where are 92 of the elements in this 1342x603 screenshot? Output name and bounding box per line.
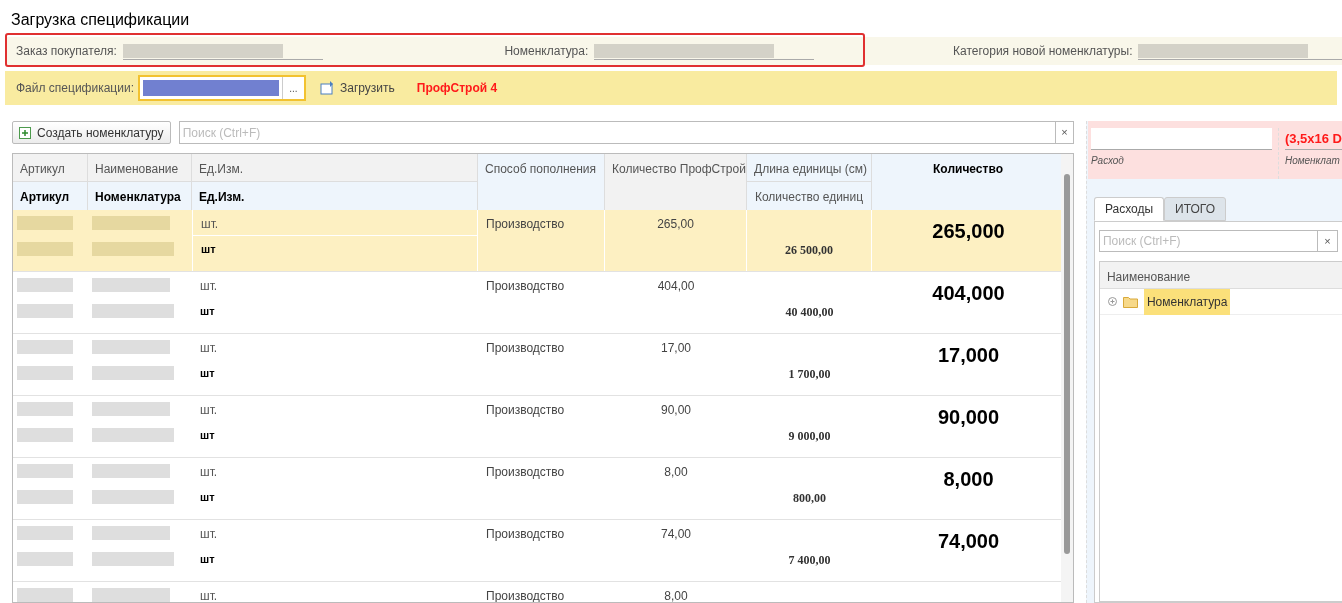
scroll-thumb[interactable] [1063, 174, 1070, 554]
table-cell-text: шт [199, 552, 216, 567]
select-button[interactable]: ... [281, 77, 304, 99]
table-cell-text: Производство [485, 526, 566, 543]
table-cell-text: шт. [199, 526, 219, 543]
table-cell-text: 404,00 [657, 278, 695, 295]
redacted-text [17, 216, 73, 230]
search-field[interactable]: Поиск (Ctrl+F) × [1098, 230, 1338, 252]
upload-icon [319, 81, 334, 95]
column-header[interactable]: Количество единиц [747, 182, 871, 210]
field-caption: Номенклат [1284, 154, 1341, 168]
redacted-text [17, 340, 73, 354]
redacted-text [17, 464, 73, 478]
field-label: Заказ покупателя: [16, 43, 117, 60]
folder-icon [1122, 295, 1138, 308]
table-cell-text: шт [199, 366, 216, 381]
table-cell-text: шт [199, 490, 216, 505]
redacted-text [17, 366, 73, 380]
column-header[interactable]: Длина единицы (см) [747, 154, 871, 182]
status-text: ПрофСтрой 4 [416, 80, 498, 97]
column-header[interactable]: Наименование [1099, 262, 1342, 289]
table-cell-text: Производство [485, 278, 566, 295]
expand-icon[interactable] [1107, 297, 1117, 306]
redacted-text [17, 242, 73, 256]
table-cell-text: Производство [485, 464, 566, 481]
redacted-text [17, 402, 73, 416]
table-cell-text: 74,000 [937, 529, 1000, 554]
window-title: Загрузка спецификации [10, 10, 191, 30]
table-cell: шт. [193, 210, 477, 236]
table-cell-text: 265,00 [657, 216, 694, 233]
column-header[interactable]: Способ пополнения [478, 154, 604, 210]
table-cell-text: шт. [199, 402, 219, 419]
table-cell-text: 40 400,00 [785, 304, 834, 321]
input-field[interactable] [122, 42, 323, 60]
table-cell-text: Производство [485, 588, 566, 602]
table-cell: Производство [478, 210, 605, 271]
table-cell-text: 90,00 [661, 402, 691, 419]
search-field[interactable]: Поиск (Ctrl+F) × [178, 121, 1074, 144]
table-cell-text: шт [199, 304, 216, 319]
table-cell-text: шт. [199, 588, 219, 602]
table-cell-text: шт. [199, 340, 219, 357]
column-header[interactable]: Наименование [88, 154, 191, 182]
tab[interactable]: ИТОГО [1164, 197, 1226, 221]
table-cell-text: шт. [199, 464, 219, 481]
redacted-text [17, 588, 73, 602]
redacted-text [17, 490, 73, 504]
input-field[interactable] [1138, 42, 1342, 60]
table-cell-text: 17,000 [937, 343, 1000, 368]
table-cell-text: шт. [199, 278, 219, 295]
redacted-text [17, 552, 73, 566]
field-caption: Расход [1090, 154, 1125, 168]
table-cell-text: 8,00 [664, 588, 688, 602]
clear-button[interactable]: × [1317, 231, 1337, 251]
redacted-text [17, 526, 73, 540]
create-button[interactable]: Создать номенклатуру [12, 121, 171, 144]
field-label: Файл спецификации: [15, 80, 135, 97]
tab[interactable]: Расходы [1093, 197, 1165, 221]
column-header[interactable]: Количество [872, 154, 1064, 210]
table-cell-text: 26 500,00 [785, 242, 833, 259]
table-cell-text: 8,00 [664, 464, 688, 481]
file-field[interactable]: ... [137, 75, 306, 101]
clear-button[interactable]: × [1054, 122, 1073, 143]
field-label: Номенклатура: [504, 43, 589, 60]
table-cell-text: 265,000 [932, 219, 1005, 244]
column-header[interactable]: Артикул [13, 154, 87, 182]
table-cell-text: шт [199, 428, 216, 443]
redacted-text [17, 304, 73, 318]
table-cell-text: Производство [485, 402, 566, 419]
load-button[interactable]: Загрузить [319, 79, 395, 97]
column-header[interactable]: Номенклатура [88, 182, 191, 210]
table-cell-text: 90,000 [937, 405, 1000, 430]
table-cell-text: 9 000,00 [788, 428, 831, 445]
column-header[interactable]: Артикул [13, 182, 87, 210]
column-header[interactable]: Ед.Изм. [192, 154, 477, 182]
redacted-text [17, 428, 73, 442]
table-cell-text: 7 400,00 [788, 552, 831, 569]
table-cell-text: Производство [485, 340, 566, 357]
table-cell-text: шт [200, 242, 217, 257]
input-field[interactable] [1090, 128, 1272, 150]
redacted-text [17, 278, 73, 292]
input-field[interactable] [594, 42, 815, 60]
table-cell-text: 800,00 [793, 490, 826, 507]
column-header[interactable]: Ед.Изм. [192, 182, 477, 210]
tree-item[interactable]: Номенклатура [1143, 288, 1231, 315]
table-cell-text: 1 700,00 [788, 366, 831, 383]
field-label: Категория новой номенклатуры: [953, 43, 1133, 60]
table-cell-text: 74,00 [661, 526, 691, 543]
table-cell-text: 8,000 [943, 467, 994, 492]
column-header[interactable]: Количество ПрофСтрой [605, 154, 746, 210]
table-cell-text: 17,00 [661, 340, 691, 357]
add-icon [19, 126, 31, 139]
table-cell-text: 404,000 [932, 281, 1005, 306]
